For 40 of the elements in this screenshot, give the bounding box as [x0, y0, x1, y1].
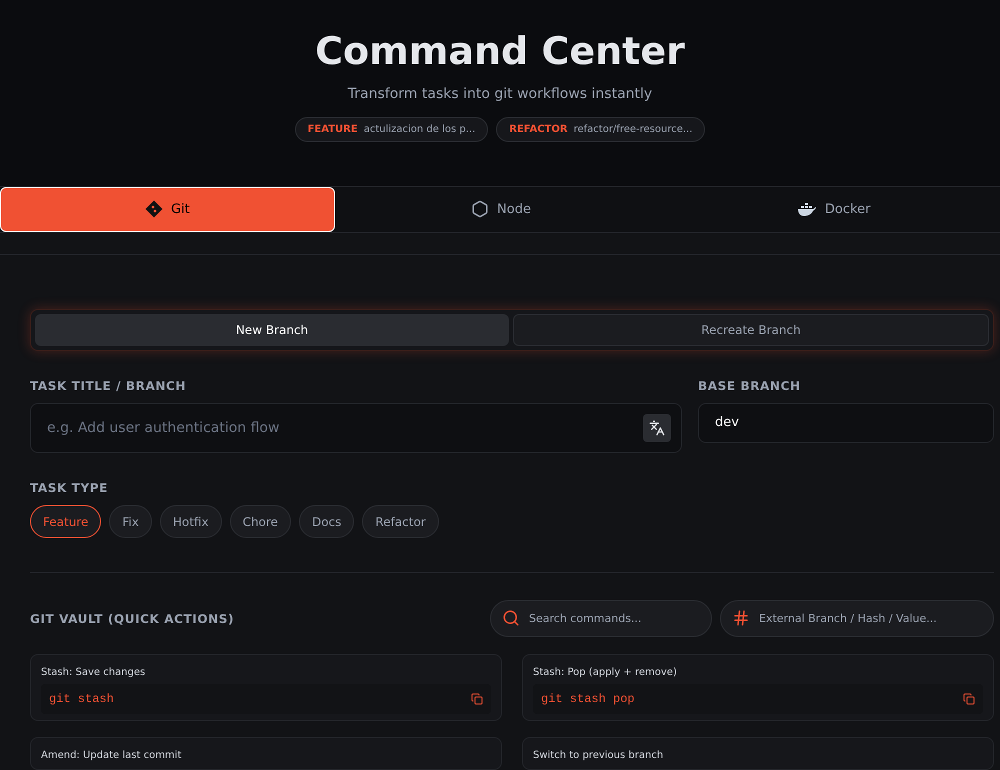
copy-icon[interactable]	[471, 693, 483, 705]
chip-name: actulizacion de los p...	[364, 122, 476, 136]
chip-name: refactor/free-resource...	[574, 122, 692, 136]
recent-task-chip[interactable]: FEATURE actulizacion de los p...	[294, 116, 488, 142]
chip-type: FEATURE	[308, 122, 358, 136]
search-field[interactable]: Search commands...	[490, 600, 712, 637]
task-type-pill[interactable]: Fix	[109, 505, 152, 538]
task-title-field[interactable]: e.g. Add user authentication flow	[30, 403, 682, 453]
task-type-pill[interactable]: Chore	[230, 505, 291, 538]
page-title: Command Center	[315, 28, 685, 75]
command-code: git stash	[49, 691, 114, 708]
command-title: Switch to previous branch	[533, 749, 664, 763]
field-label: BASE BRANCH	[698, 378, 802, 395]
command-title: Stash: Save changes	[41, 666, 146, 680]
base-branch-field[interactable]: dev	[698, 403, 994, 443]
task-type-pill[interactable]: Docs	[298, 505, 354, 538]
subtitle: Transform tasks into git workflows instantly	[348, 84, 652, 104]
translate-icon[interactable]	[643, 414, 671, 442]
command-code: git stash pop	[541, 691, 635, 708]
command-title: Stash: Pop (apply + remove)	[533, 666, 678, 680]
section-title: GIT VAULT (QUICK ACTIONS)	[30, 610, 236, 628]
task-type-pill[interactable]: Feature	[30, 505, 102, 538]
field-label: TASK TITLE / BRANCH	[30, 378, 188, 395]
copy-icon[interactable]	[963, 693, 975, 705]
value-field[interactable]: External Branch / Hash / Value...	[720, 600, 994, 637]
command-title: Amend: Update last commit	[41, 749, 182, 763]
mode-tab[interactable]: New Branch	[35, 314, 509, 346]
search-icon	[502, 609, 520, 627]
hash-icon	[732, 609, 750, 627]
field-label: TASK TYPE	[30, 480, 109, 497]
hexagon-icon	[471, 200, 490, 218]
recent-task-chip[interactable]: REFACTOR refactor/free-resource...	[496, 116, 706, 142]
tool-tab[interactable]: Docker	[667, 186, 1000, 232]
tool-tab[interactable]: Git	[0, 186, 335, 232]
chip-type: REFACTOR	[509, 122, 568, 136]
whale-icon	[796, 202, 817, 216]
task-type-pill[interactable]: Hotfix	[160, 505, 222, 538]
task-type-pill[interactable]: Refactor	[362, 505, 439, 538]
tool-tab[interactable]: Node	[334, 186, 668, 232]
mode-tab[interactable]: Recreate Branch	[513, 314, 989, 346]
